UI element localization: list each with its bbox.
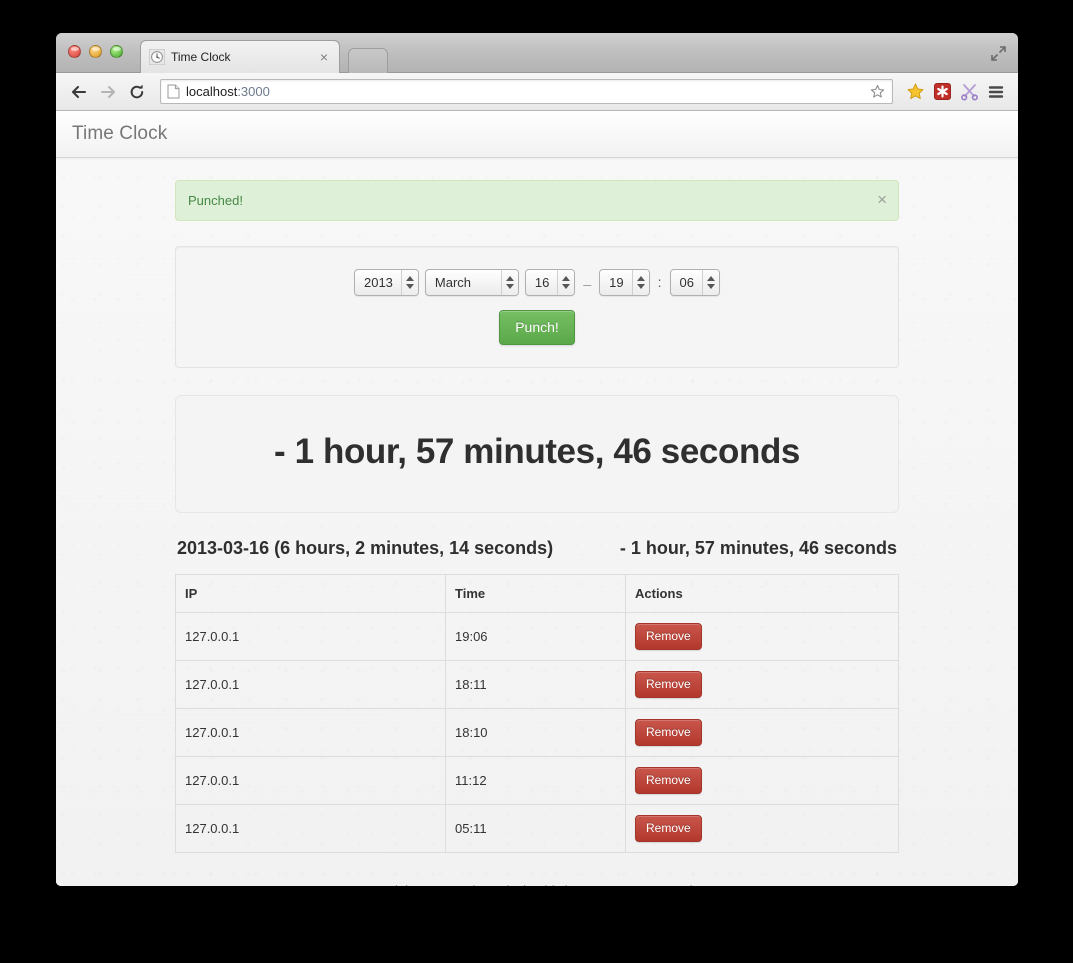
- browser-tab-bar: Time Clock ×: [56, 33, 1018, 73]
- page-container: Punched! × 2013 March 16 _ 19: 06 Punch…: [175, 158, 899, 886]
- time-separator: :: [657, 273, 662, 290]
- hour-select-value: 19: [609, 275, 624, 290]
- month-select[interactable]: March: [424, 269, 519, 296]
- url-host: localhost: [186, 84, 238, 99]
- clock-icon: [148, 48, 166, 66]
- column-header-time: Time: [445, 574, 626, 613]
- datetime-select-row: 2013 March 16 _ 19: 06: [190, 269, 884, 296]
- address-bar-url: localhost:3000: [186, 84, 868, 99]
- cell-ip: 127.0.0.1: [175, 660, 446, 709]
- remove-button[interactable]: Remove: [635, 623, 702, 650]
- table-row: 127.0.0.1 19:06 Remove: [175, 612, 899, 661]
- footer-text-before: Copyright © 2013 Time Clock. This is an: [360, 883, 596, 886]
- remove-button[interactable]: Remove: [635, 815, 702, 842]
- column-header-actions: Actions: [625, 574, 899, 613]
- table-row: 127.0.0.1 18:10 Remove: [175, 708, 899, 757]
- reload-icon[interactable]: [124, 79, 150, 105]
- forward-arrow-icon[interactable]: [95, 79, 121, 105]
- year-spinner-icon[interactable]: [400, 270, 418, 295]
- day-summary-header: 2013-03-16 (6 hours, 2 minutes, 14 secon…: [175, 538, 899, 559]
- browser-window: Time Clock × localhost:3000 Time Clock P…: [56, 33, 1018, 886]
- date-time-separator: _: [583, 270, 592, 287]
- cell-ip: 127.0.0.1: [175, 612, 446, 661]
- tab-close-icon[interactable]: ×: [317, 50, 331, 64]
- success-alert: Punched! ×: [175, 180, 899, 221]
- maximize-window-button[interactable]: [110, 45, 123, 58]
- column-header-ip: IP: [175, 574, 446, 613]
- remove-button[interactable]: Remove: [635, 767, 702, 794]
- hour-select[interactable]: 19: [599, 269, 650, 296]
- app-navbar: Time Clock: [56, 111, 1018, 158]
- hour-spinner-icon[interactable]: [631, 270, 649, 295]
- cell-actions: Remove: [625, 804, 899, 853]
- app-brand[interactable]: Time Clock: [72, 123, 167, 145]
- day-title: 2013-03-16 (6 hours, 2 minutes, 14 secon…: [177, 538, 554, 558]
- minute-select-value: 06: [679, 275, 694, 290]
- cell-actions: Remove: [625, 612, 899, 661]
- alert-message: Punched!: [188, 192, 243, 208]
- browser-tab[interactable]: Time Clock ×: [140, 40, 340, 73]
- cell-time: 18:10: [445, 708, 626, 757]
- day-select-value: 16: [534, 275, 550, 290]
- back-arrow-icon[interactable]: [66, 79, 92, 105]
- year-select[interactable]: 2013: [353, 269, 419, 296]
- window-traffic-lights: [68, 45, 123, 58]
- cell-ip: 127.0.0.1: [175, 804, 446, 853]
- year-select-value: 2013: [363, 275, 393, 290]
- table-row: 127.0.0.1 18:11 Remove: [175, 660, 899, 709]
- month-spinner-icon[interactable]: [500, 270, 518, 295]
- remove-button[interactable]: Remove: [635, 719, 702, 746]
- day-spinner-icon[interactable]: [557, 270, 575, 295]
- page-viewport: Time Clock Punched! × 2013 March 16 _ 19…: [56, 111, 1018, 886]
- total-hero-panel: - 1 hour, 57 minutes, 46 seconds: [175, 395, 899, 513]
- punch-form-panel: 2013 March 16 _ 19: 06 Punch!: [175, 246, 899, 368]
- minimize-window-button[interactable]: [89, 45, 102, 58]
- punches-table: IP Time Actions 127.0.0.1 19:06 Remove 127.…: [175, 574, 899, 853]
- punches-table-head: IP Time Actions: [175, 574, 899, 613]
- punches-table-body: 127.0.0.1 19:06 Remove 127.0.0.1 18:11 Remove…: [175, 612, 899, 853]
- day-select[interactable]: 16: [524, 269, 576, 296]
- yellow-star-icon[interactable]: [903, 79, 927, 105]
- browser-toolbar: localhost:3000: [56, 73, 1018, 111]
- cell-time: 19:06: [445, 612, 626, 661]
- red-asterisk-icon[interactable]: [930, 79, 954, 105]
- table-row: 127.0.0.1 05:11 Remove: [175, 804, 899, 853]
- star-outline-icon[interactable]: [868, 84, 886, 99]
- remove-button[interactable]: Remove: [635, 671, 702, 698]
- new-tab-button[interactable]: [348, 48, 388, 73]
- cell-time: 18:11: [445, 660, 626, 709]
- minute-spinner-icon[interactable]: [702, 270, 719, 295]
- close-window-button[interactable]: [68, 45, 81, 58]
- scissors-icon[interactable]: [957, 79, 981, 105]
- hamburger-menu-icon[interactable]: [984, 79, 1008, 105]
- cell-actions: Remove: [625, 708, 899, 757]
- alert-close-icon[interactable]: ×: [877, 191, 887, 208]
- address-bar[interactable]: localhost:3000: [160, 79, 893, 104]
- cell-time: 11:12: [445, 756, 626, 805]
- cell-actions: Remove: [625, 756, 899, 805]
- punch-button[interactable]: Punch!: [499, 310, 575, 345]
- footer-text-after: project.: [667, 883, 714, 886]
- page-icon: [167, 84, 180, 99]
- month-select-value: March: [434, 275, 472, 290]
- day-total: - 1 hour, 57 minutes, 46 seconds: [619, 538, 897, 558]
- fullscreen-arrows-icon[interactable]: [986, 42, 1010, 64]
- page-footer: Copyright © 2013 Time Clock. This is an …: [175, 853, 899, 886]
- url-port: :3000: [237, 84, 270, 99]
- cell-ip: 127.0.0.1: [175, 708, 446, 757]
- cell-actions: Remove: [625, 660, 899, 709]
- table-row: 127.0.0.1 11:12 Remove: [175, 756, 899, 805]
- minute-select[interactable]: 06: [669, 269, 720, 296]
- cell-ip: 127.0.0.1: [175, 756, 446, 805]
- open-source-link[interactable]: open source: [596, 883, 668, 886]
- total-balance: - 1 hour, 57 minutes, 46 seconds: [274, 432, 800, 471]
- table-header-row: IP Time Actions: [175, 574, 899, 613]
- cell-time: 05:11: [445, 804, 626, 853]
- browser-tab-title: Time Clock: [171, 50, 231, 64]
